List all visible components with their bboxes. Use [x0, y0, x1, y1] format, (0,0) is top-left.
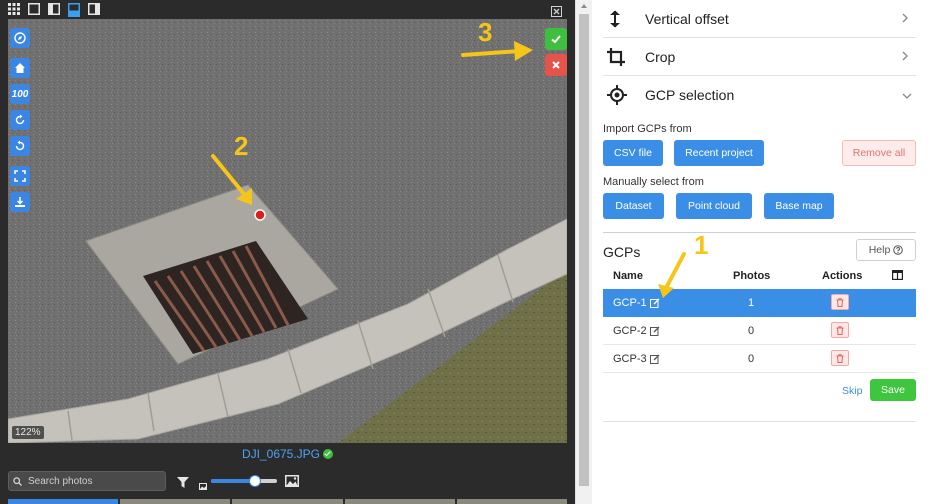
- annotation-arrow: [658, 252, 686, 298]
- table-row[interactable]: GCP-1 1: [603, 289, 916, 317]
- section-divider: [603, 232, 916, 233]
- select-dataset-button[interactable]: Dataset: [603, 193, 664, 219]
- thumbnail-strip[interactable]: [8, 499, 568, 504]
- check-circle-icon: [323, 449, 334, 459]
- thumbnail[interactable]: [344, 499, 455, 504]
- question-circle-icon: [893, 245, 904, 255]
- import-gcps-label: Import GCPs from: [603, 123, 692, 135]
- thumbnail[interactable]: [120, 499, 231, 504]
- thumbnail-size-slider[interactable]: [211, 475, 277, 487]
- search-photos-input[interactable]: [26, 474, 160, 488]
- gcps-heading: GCPs: [603, 244, 641, 260]
- fullscreen-icon[interactable]: [10, 166, 30, 186]
- delete-gcp-button[interactable]: [831, 350, 849, 366]
- photo-viewport[interactable]: 100 2 3 122%: [8, 19, 567, 443]
- gcp-photo-count: 0: [747, 325, 755, 337]
- thumbnail[interactable]: [8, 499, 119, 504]
- gcp-photo-count: 1: [747, 297, 755, 309]
- download-icon[interactable]: [10, 192, 30, 212]
- scroll-up-icon[interactable]: [581, 4, 587, 8]
- filmstrip-view-icon[interactable]: [68, 3, 80, 17]
- accordion-crop[interactable]: Crop: [603, 38, 916, 76]
- photo-filename[interactable]: DJI_0675.JPG: [242, 447, 320, 461]
- thumbnail-large-icon: [285, 474, 299, 492]
- zoom-100-button[interactable]: 100: [10, 84, 30, 104]
- accordion-label: Crop: [645, 48, 676, 65]
- trash-icon: [836, 297, 844, 307]
- split-view-icon[interactable]: [48, 3, 60, 15]
- table-row[interactable]: GCP-3 0: [603, 345, 916, 373]
- select-base-map-button[interactable]: Base map: [764, 193, 834, 219]
- crop-icon: [607, 47, 635, 66]
- home-icon[interactable]: [10, 58, 30, 78]
- table-row[interactable]: GCP-2 0: [603, 317, 916, 345]
- help-label: Help: [868, 244, 891, 256]
- cancel-point-button[interactable]: [545, 54, 567, 76]
- select-point-cloud-button[interactable]: Point cloud: [676, 193, 752, 219]
- drone-photo: [8, 19, 567, 443]
- grid-icon[interactable]: [8, 3, 20, 15]
- vertical-arrows-icon: [607, 10, 635, 28]
- accordion-vertical-offset[interactable]: Vertical offset: [603, 0, 916, 38]
- thumbnail[interactable]: [456, 499, 568, 504]
- accordion-gcp-selection[interactable]: GCP selection: [603, 76, 916, 113]
- trash-icon: [836, 325, 844, 335]
- annotation-three: 3: [478, 19, 493, 47]
- edit-icon[interactable]: [649, 326, 660, 336]
- annotation-two: 2: [234, 131, 249, 161]
- image-viewer-panel: 100 2 3 122% DJI_0675.JPG: [0, 0, 575, 504]
- gcp-table-header: Name Photos Actions: [603, 266, 916, 288]
- edit-icon[interactable]: [649, 354, 660, 364]
- save-button[interactable]: Save: [870, 379, 916, 401]
- trash-icon: [836, 353, 844, 363]
- skip-link[interactable]: Skip: [842, 385, 862, 397]
- delete-gcp-button[interactable]: [831, 294, 849, 310]
- filter-icon[interactable]: [177, 475, 189, 493]
- accordion-label: Vertical offset: [645, 10, 729, 27]
- remove-all-button[interactable]: Remove all: [842, 140, 916, 166]
- import-recent-project-button[interactable]: Recent project: [674, 140, 764, 166]
- section-divider: [603, 421, 916, 422]
- compass-icon[interactable]: [10, 28, 30, 48]
- column-photos[interactable]: Photos: [733, 270, 770, 282]
- import-csv-button[interactable]: CSV file: [603, 140, 663, 166]
- column-actions[interactable]: Actions: [822, 270, 862, 282]
- thumbnail-small-icon: [199, 477, 207, 495]
- accordion-label: GCP selection: [645, 86, 735, 103]
- gcp-name: GCP-1: [613, 297, 647, 309]
- close-icon: [552, 61, 560, 69]
- sidebar-view-icon[interactable]: [88, 3, 100, 15]
- confirm-point-button[interactable]: [545, 28, 567, 50]
- close-viewer-icon[interactable]: [551, 4, 562, 17]
- chevron-right-icon: [902, 50, 916, 64]
- gcp-photo-count: 0: [747, 353, 755, 365]
- gcp-name: GCP-3: [613, 353, 647, 365]
- scrollbar-thumb[interactable]: [579, 14, 589, 486]
- gcp-marker[interactable]: [254, 209, 266, 221]
- zoom-level-badge: 122%: [12, 426, 44, 439]
- thumbnail[interactable]: [232, 499, 343, 504]
- search-icon: [13, 476, 22, 486]
- rotate-left-icon[interactable]: [10, 136, 30, 156]
- single-view-icon[interactable]: [28, 3, 40, 15]
- delete-gcp-button[interactable]: [831, 322, 849, 338]
- help-button[interactable]: Help: [856, 239, 916, 261]
- view-toolbar: [8, 3, 100, 17]
- vertical-scrollbar[interactable]: [575, 0, 592, 504]
- column-name[interactable]: Name: [613, 270, 643, 282]
- gcp-name: GCP-2: [613, 325, 647, 337]
- chevron-down-icon: [902, 88, 916, 102]
- manual-select-label: Manually select from: [603, 176, 704, 188]
- settings-panel: Vertical offset Crop GCP selection Impor…: [592, 0, 930, 504]
- slider-handle[interactable]: [248, 475, 261, 487]
- photo-search-box[interactable]: [8, 471, 166, 491]
- rotate-right-icon[interactable]: [10, 110, 30, 130]
- annotation-one: 1: [694, 230, 709, 260]
- target-icon: [607, 84, 635, 105]
- chevron-right-icon: [902, 12, 916, 26]
- photo-filename-row: DJI_0675.JPG: [0, 447, 575, 461]
- check-icon: [551, 35, 561, 44]
- columns-toggle-icon[interactable]: [892, 270, 904, 283]
- viewer-side-tools: 100: [10, 28, 30, 218]
